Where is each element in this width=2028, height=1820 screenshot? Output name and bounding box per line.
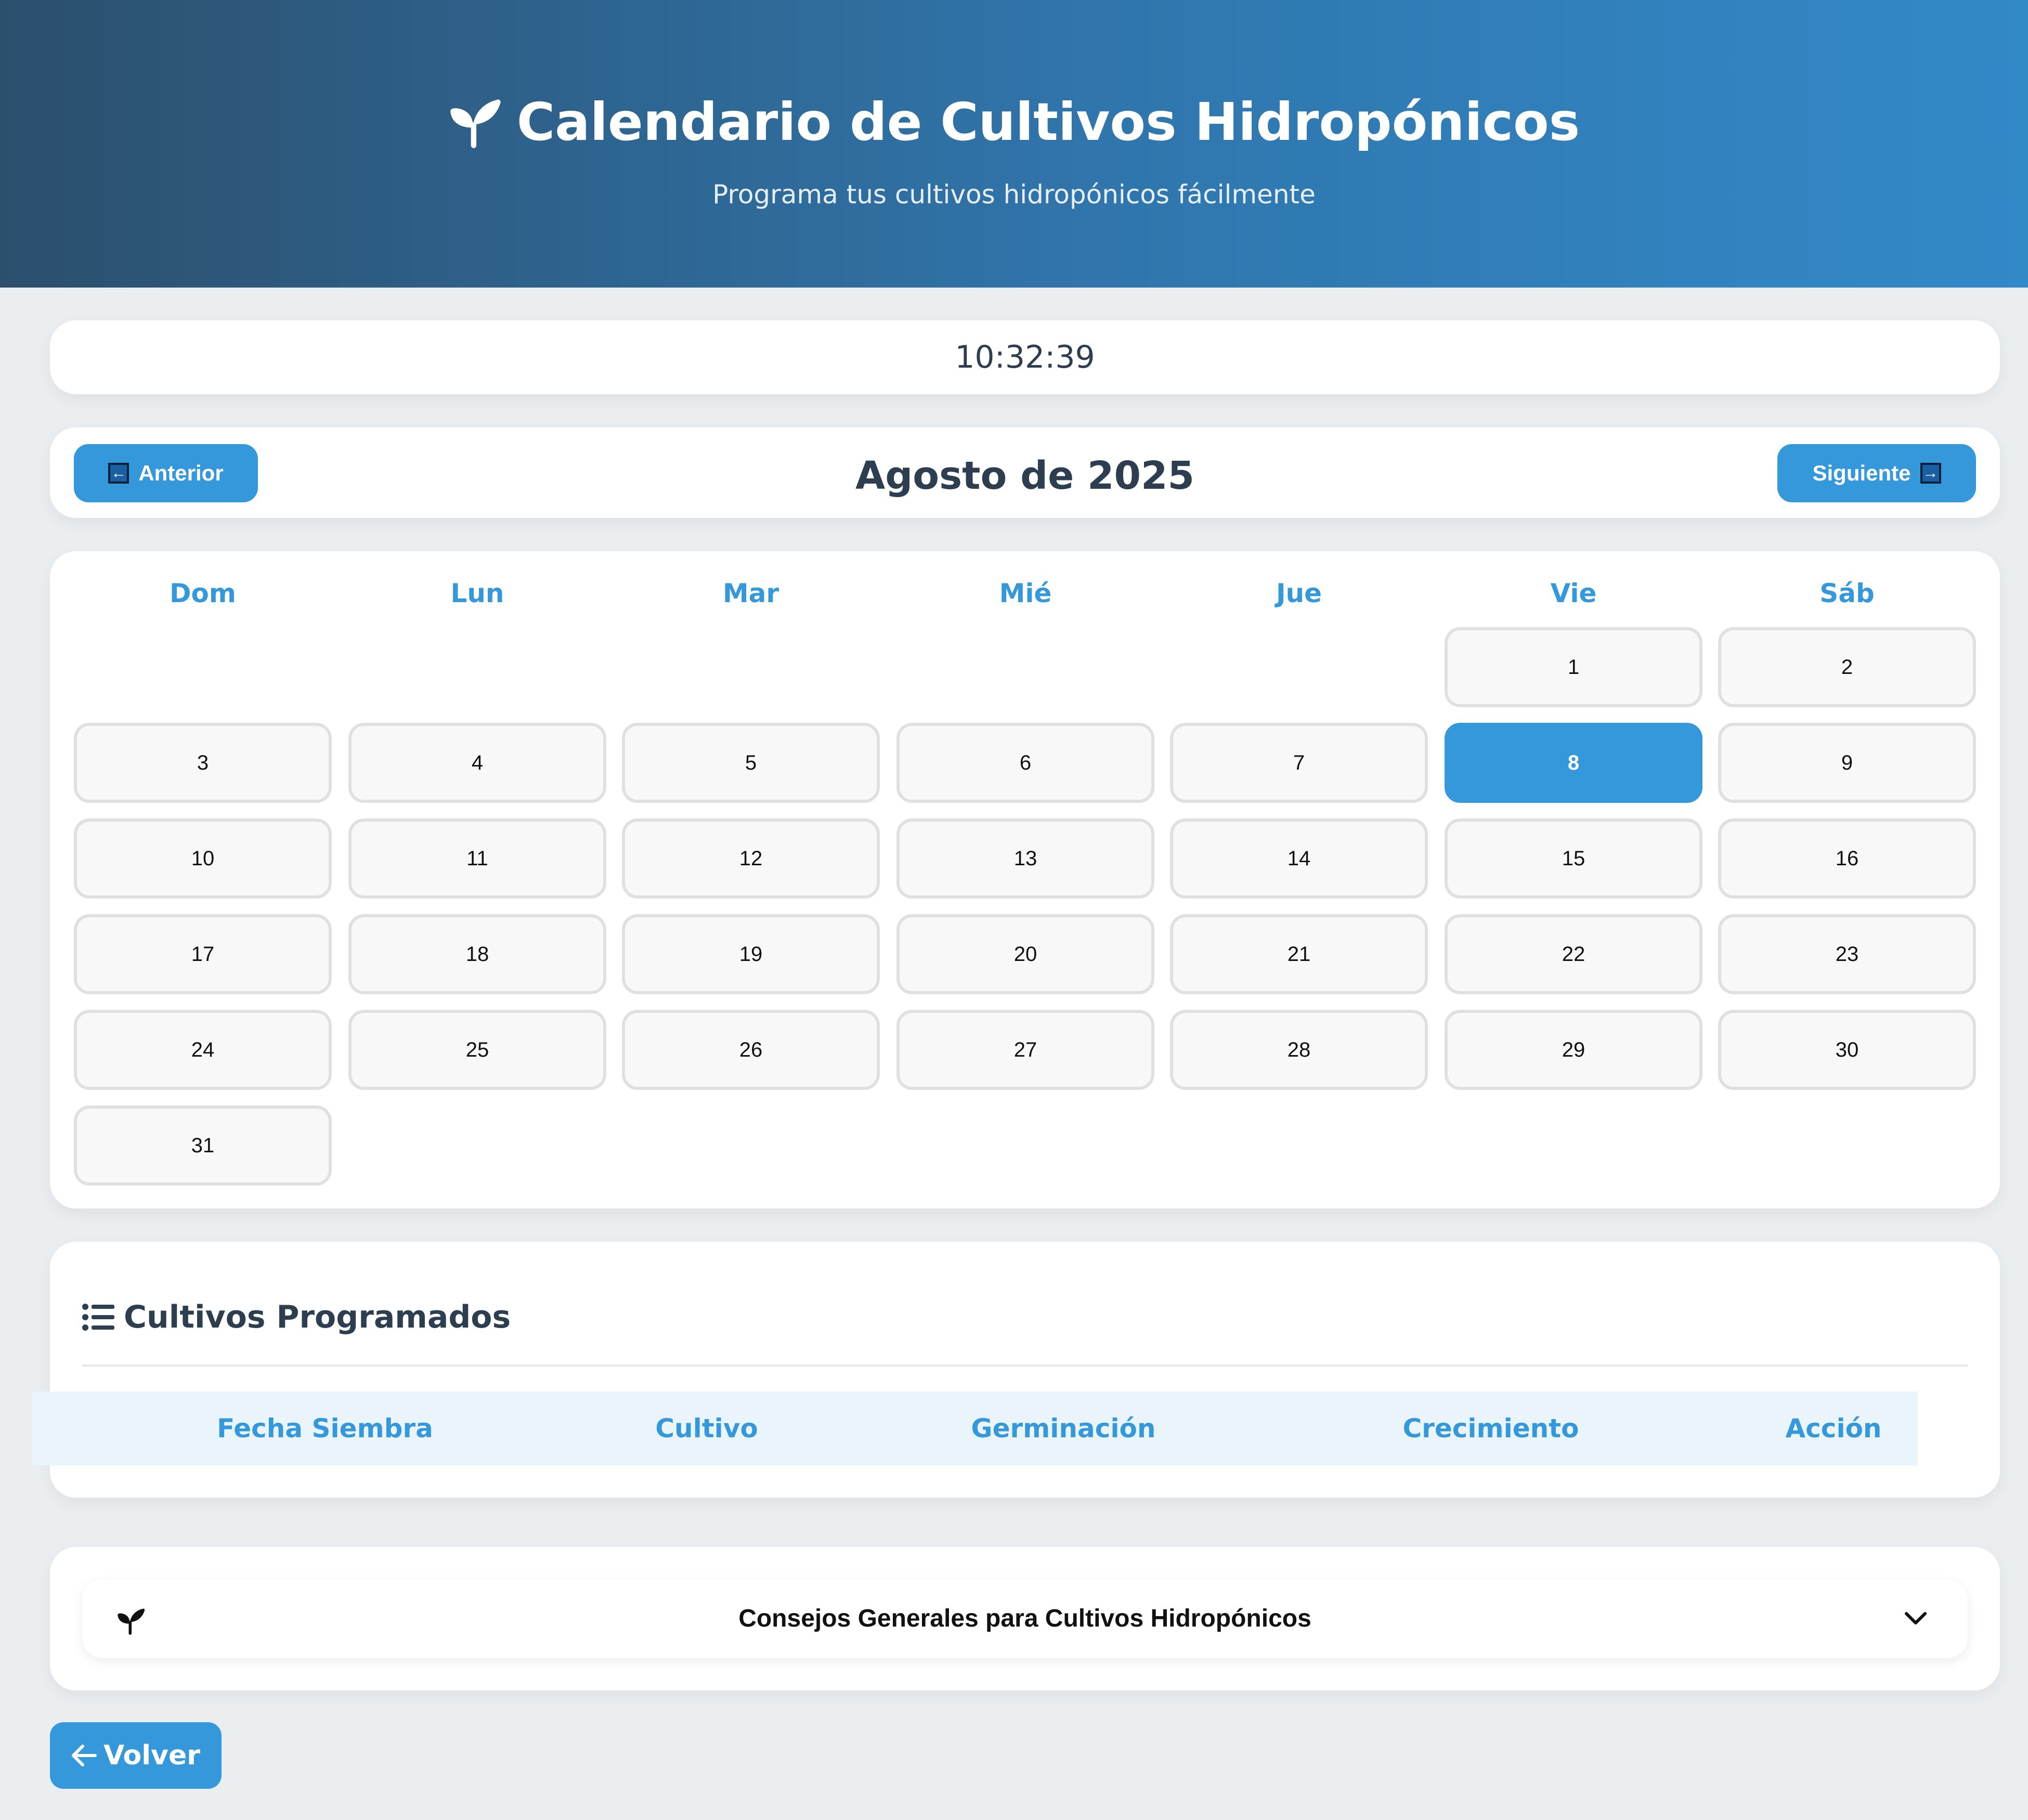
column-header-accion: Acción (1785, 1413, 1882, 1444)
arrow-right-icon: → (1920, 463, 1941, 484)
calendar-day[interactable]: 26 (622, 1010, 880, 1090)
calendar-day[interactable]: 17 (74, 914, 332, 994)
calendar-day[interactable]: 12 (622, 818, 880, 899)
month-navigation: Agosto de 2025 ← Anterior Siguiente → (50, 427, 2000, 518)
calendar-day[interactable]: 13 (896, 818, 1154, 899)
calendar-grid: Dom Lun Mar Mié Jue Vie Sáb 1 2 3 4 5 6 7 8 9 10 11 12 13 1… (50, 551, 2000, 1208)
calendar-day[interactable]: 20 (896, 914, 1154, 994)
column-header-crecimiento: Crecimiento (1402, 1413, 1579, 1444)
column-header-cultivo: Cultivo (655, 1413, 758, 1444)
column-header-germinacion: Germinación (971, 1413, 1156, 1444)
calendar-day[interactable]: 9 (1718, 723, 1976, 803)
calendar-day[interactable]: 30 (1718, 1010, 1976, 1090)
previous-month-button[interactable]: ← Anterior (74, 444, 258, 502)
seedling-icon (450, 99, 501, 148)
back-label: Volver (103, 1740, 200, 1771)
calendar-day[interactable]: 4 (348, 723, 606, 803)
clock-card: 10:32:39 (50, 320, 2000, 394)
calendar-day[interactable]: 31 (74, 1106, 332, 1186)
calendar-day[interactable]: 27 (896, 1010, 1154, 1090)
calendar-day[interactable]: 7 (1170, 723, 1428, 803)
page-title: Calendario de Cultivos Hidropónicos (516, 92, 1580, 152)
weekday-label: Jue (1276, 578, 1322, 608)
weekday-label: Sáb (1819, 578, 1875, 608)
list-icon (82, 1304, 114, 1331)
next-month-label: Siguiente (1812, 461, 1911, 485)
weekday-label: Dom (170, 578, 236, 608)
calendar-day[interactable]: 29 (1445, 1010, 1702, 1090)
previous-month-label: Anterior (138, 461, 224, 485)
calendar-day[interactable]: 5 (622, 723, 880, 803)
calendar-day[interactable]: 15 (1445, 818, 1702, 899)
month-label: Agosto de 2025 (855, 453, 1194, 498)
arrow-left-icon: ← (108, 463, 129, 484)
heading-divider (82, 1364, 1968, 1367)
page-subtitle: Programa tus cultivos hidropónicos fácil… (712, 179, 1316, 210)
calendar-day[interactable]: 23 (1718, 914, 1976, 994)
calendar-day[interactable]: 14 (1170, 818, 1428, 899)
calendar-day[interactable]: 1 (1445, 627, 1702, 707)
tips-title: Consejos Generales para Cultivos Hidropó… (738, 1605, 1311, 1632)
scheduled-crops-title: Cultivos Programados (124, 1299, 511, 1335)
calendar-day[interactable]: 19 (622, 914, 880, 994)
tips-panel: Consejos Generales para Cultivos Hidropó… (50, 1547, 2000, 1691)
calendar-day[interactable]: 6 (896, 723, 1154, 803)
page-header: Calendario de Cultivos Hidropónicos Prog… (0, 0, 2028, 288)
page-title-row: Calendario de Cultivos Hidropónicos (0, 86, 2028, 159)
weekday-label: Mié (999, 578, 1052, 608)
calendar-day[interactable]: 21 (1170, 914, 1428, 994)
arrow-left-icon (72, 1745, 97, 1766)
calendar-day[interactable]: 22 (1445, 914, 1702, 994)
calendar-day[interactable]: 28 (1170, 1010, 1428, 1090)
calendar-day[interactable]: 18 (348, 914, 606, 994)
calendar-day[interactable]: 2 (1718, 627, 1976, 707)
weekday-label: Mar (722, 578, 779, 608)
calendar-day[interactable]: 16 (1718, 818, 1976, 899)
calendar-day[interactable]: 25 (348, 1010, 606, 1090)
back-button[interactable]: Volver (50, 1722, 222, 1789)
scheduled-crops-heading: Cultivos Programados (82, 1299, 511, 1335)
weekday-label: Vie (1550, 578, 1597, 608)
table-header-row: Fecha Siembra Cultivo Germinación Crecim… (32, 1392, 1918, 1465)
calendar-day[interactable]: 3 (74, 723, 332, 803)
next-month-button[interactable]: Siguiente → (1777, 444, 1976, 502)
weekday-header-row: Dom Lun Mar Mié Jue Vie Sáb (74, 578, 1976, 620)
calendar-day[interactable]: 10 (74, 818, 332, 899)
tips-accordion-header[interactable]: Consejos Generales para Cultivos Hidropó… (82, 1579, 1968, 1658)
calendar-day-selected[interactable]: 8 (1445, 723, 1702, 803)
weekday-label: Lun (450, 578, 504, 608)
calendar-day[interactable]: 24 (74, 1010, 332, 1090)
calendar-day[interactable]: 11 (348, 818, 606, 899)
clock-time: 10:32:39 (955, 339, 1095, 375)
chevron-down-icon (1905, 1612, 1927, 1624)
column-header-fecha-siembra: Fecha Siembra (217, 1413, 433, 1444)
